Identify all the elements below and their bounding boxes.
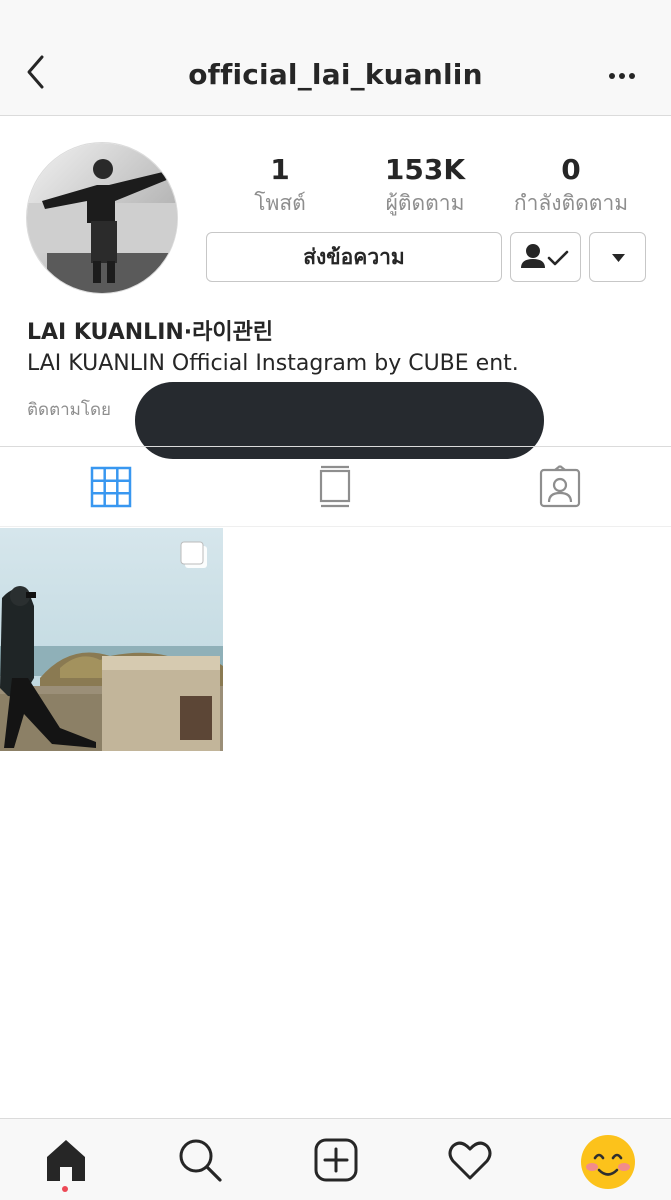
caret-down-icon	[612, 254, 625, 262]
more-horizontal-icon[interactable]	[607, 62, 637, 90]
stat-following[interactable]: 0 กำลังติดตาม	[506, 152, 636, 218]
stat-followers-value: 153K	[384, 153, 466, 186]
top-nav-bar: official_lai_kuanlin	[0, 0, 671, 116]
carousel-icon	[180, 541, 207, 568]
grid-icon[interactable]	[89, 465, 133, 509]
person-check-icon	[521, 244, 569, 268]
suggestions-dropdown-button[interactable]	[589, 232, 646, 282]
smiley-avatar-icon[interactable]	[580, 1134, 636, 1190]
followed-by-text[interactable]: ติดตามโดย	[27, 396, 111, 423]
profile-display-name: LAI KUANLIN·라이관린	[27, 320, 274, 345]
bottom-tab-bar	[0, 1118, 671, 1200]
add-icon[interactable]	[313, 1137, 359, 1183]
profile-avatar[interactable]	[26, 142, 178, 294]
notification-dot	[62, 1186, 68, 1192]
feed-icon[interactable]	[313, 465, 357, 509]
search-icon[interactable]	[177, 1137, 223, 1183]
avatar-photo	[27, 143, 177, 293]
home-icon[interactable]	[43, 1137, 89, 1183]
stat-following-value: 0	[561, 153, 581, 186]
heart-icon[interactable]	[447, 1137, 493, 1183]
following-button[interactable]	[510, 232, 581, 282]
tagged-icon[interactable]	[538, 465, 582, 509]
stat-posts-value: 1	[270, 153, 290, 186]
profile-username-title: official_lai_kuanlin	[188, 58, 483, 91]
profile-bio: LAI KUANLIN Official Instagram by CUBE e…	[27, 351, 519, 376]
stat-followers[interactable]: 153K ผู้ติดตาม	[370, 152, 480, 218]
stat-followers-label: ผู้ติดตาม	[385, 191, 465, 215]
message-button[interactable]: ส่งข้อความ	[206, 232, 502, 282]
profile-tab-bar	[0, 446, 671, 527]
stat-posts[interactable]: 1 โพสต์	[240, 152, 320, 218]
stat-following-label: กำลังติดตาม	[513, 191, 629, 215]
stat-posts-label: โพสต์	[254, 191, 306, 215]
